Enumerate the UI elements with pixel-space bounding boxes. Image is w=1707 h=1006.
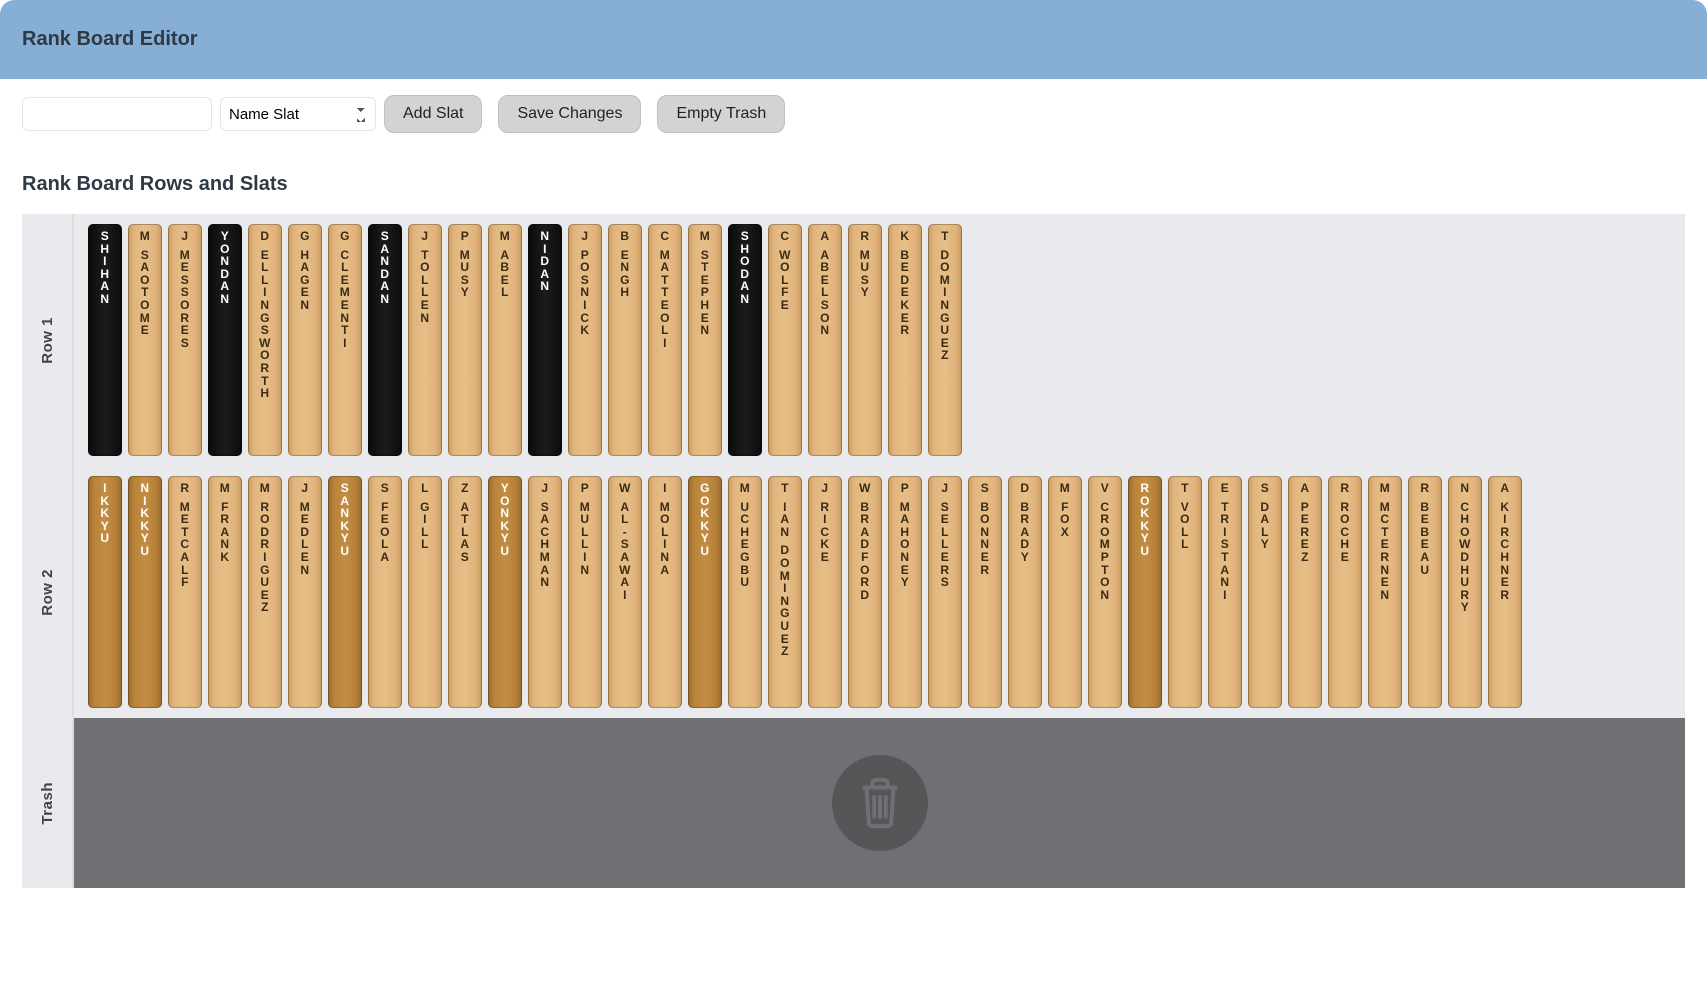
page: Rank Board Editor Name Slat Add Slat Sav…: [0, 0, 1707, 918]
rank-slat[interactable]: SANKYU: [328, 476, 362, 708]
name-slat[interactable]: VCROMPTON: [1088, 476, 1122, 708]
name-slat[interactable]: GHAGEN: [288, 224, 322, 456]
name-slat[interactable]: MMCTERNEN: [1368, 476, 1402, 708]
name-slat[interactable]: WBRADFORD: [848, 476, 882, 708]
rank-slat[interactable]: SHIHAN: [88, 224, 122, 456]
rank-slat[interactable]: ROKKYU: [1128, 476, 1162, 708]
row-2-label: Row 2: [22, 466, 74, 718]
name-slat[interactable]: CMATTEOLI: [648, 224, 682, 456]
board-section: Rank Board Rows and Slats Row 1 SHIHANMS…: [0, 149, 1707, 918]
name-slat[interactable]: JSELLERS: [928, 476, 962, 708]
slat-type-select[interactable]: Name Slat: [220, 97, 376, 131]
save-changes-button[interactable]: Save Changes: [498, 95, 641, 133]
trash-row: Trash: [22, 718, 1685, 888]
name-slat[interactable]: MSAOTOME: [128, 224, 162, 456]
name-slat[interactable]: IMOLINA: [648, 476, 682, 708]
name-slat[interactable]: JRICKE: [808, 476, 842, 708]
rank-slat[interactable]: YONKYU: [488, 476, 522, 708]
name-slat[interactable]: RMUSY: [848, 224, 882, 456]
name-slat[interactable]: LGILL: [408, 476, 442, 708]
rank-slat[interactable]: SANDAN: [368, 224, 402, 456]
row-2-slats[interactable]: IKKYUNIKKYURMETCALFMFRANKMRODRIGUEZJMEDL…: [74, 466, 1685, 718]
name-slat[interactable]: JTOLLEN: [408, 224, 442, 456]
name-slat[interactable]: MABEL: [488, 224, 522, 456]
name-slat[interactable]: GCLEMENTI: [328, 224, 362, 456]
rank-slat[interactable]: NIKKYU: [128, 476, 162, 708]
name-slat[interactable]: MFRANK: [208, 476, 242, 708]
name-slat[interactable]: JMESSORES: [168, 224, 202, 456]
trash-label: Trash: [22, 718, 74, 888]
rank-slat[interactable]: SHODAN: [728, 224, 762, 456]
board-subtitle: Rank Board Rows and Slats: [22, 173, 1685, 196]
name-slat[interactable]: RROCHE: [1328, 476, 1362, 708]
name-slat[interactable]: SDALY: [1248, 476, 1282, 708]
name-slat[interactable]: TVOLL: [1168, 476, 1202, 708]
name-slat[interactable]: SBONNER: [968, 476, 1002, 708]
header-bar: Rank Board Editor: [0, 0, 1707, 79]
name-slat[interactable]: MUCHEGBU: [728, 476, 762, 708]
name-slat[interactable]: NCHOWDHURY: [1448, 476, 1482, 708]
row-1-label: Row 1: [22, 214, 74, 466]
name-slat[interactable]: DELLINGSWORTH: [248, 224, 282, 456]
name-slat[interactable]: JMEDLEN: [288, 476, 322, 708]
name-slat[interactable]: PMAHONEY: [888, 476, 922, 708]
trash-icon: [832, 755, 928, 851]
name-slat[interactable]: RBEBEAU: [1408, 476, 1442, 708]
name-slat[interactable]: AABELSON: [808, 224, 842, 456]
rows-wrap: Row 1 SHIHANMSAOTOMEJMESSORESYONDANDELLI…: [22, 214, 1685, 888]
name-slat[interactable]: APEREZ: [1288, 476, 1322, 708]
toolbar: Name Slat Add Slat Save Changes Empty Tr…: [0, 79, 1707, 149]
name-slat[interactable]: SFEOLA: [368, 476, 402, 708]
add-slat-button[interactable]: Add Slat: [384, 95, 482, 133]
name-slat[interactable]: TIAN DOMINGUEZ: [768, 476, 802, 708]
row-1: Row 1 SHIHANMSAOTOMEJMESSORESYONDANDELLI…: [22, 214, 1685, 466]
name-slat[interactable]: PMULLIN: [568, 476, 602, 708]
name-slat[interactable]: CWOLFE: [768, 224, 802, 456]
row-1-slats[interactable]: SHIHANMSAOTOMEJMESSORESYONDANDELLINGSWOR…: [74, 214, 1685, 466]
name-slat[interactable]: RMETCALF: [168, 476, 202, 708]
page-title: Rank Board Editor: [22, 28, 1685, 51]
name-slat[interactable]: JPOSNICK: [568, 224, 602, 456]
name-slat[interactable]: KBEDEKER: [888, 224, 922, 456]
name-slat[interactable]: MRODRIGUEZ: [248, 476, 282, 708]
rank-slat[interactable]: IKKYU: [88, 476, 122, 708]
name-slat[interactable]: WAL-SAWAI: [608, 476, 642, 708]
name-slat[interactable]: AKIRCHNER: [1488, 476, 1522, 708]
name-slat[interactable]: TDOMINGUEZ: [928, 224, 962, 456]
rank-slat[interactable]: GOKKYU: [688, 476, 722, 708]
name-slat[interactable]: DBRADY: [1008, 476, 1042, 708]
rank-slat[interactable]: NIDAN: [528, 224, 562, 456]
trash-dropzone[interactable]: [74, 718, 1685, 888]
rank-slat[interactable]: YONDAN: [208, 224, 242, 456]
name-slat[interactable]: BENGH: [608, 224, 642, 456]
name-slat[interactable]: PMUSY: [448, 224, 482, 456]
name-slat[interactable]: MSTEPHEN: [688, 224, 722, 456]
row-2: Row 2 IKKYUNIKKYURMETCALFMFRANKMRODRIGUE…: [22, 466, 1685, 718]
slat-name-input[interactable]: [22, 97, 212, 131]
name-slat[interactable]: ETRISTANI: [1208, 476, 1242, 708]
name-slat[interactable]: MFOX: [1048, 476, 1082, 708]
empty-trash-button[interactable]: Empty Trash: [657, 95, 785, 133]
name-slat[interactable]: JSACHMAN: [528, 476, 562, 708]
name-slat[interactable]: ZATLAS: [448, 476, 482, 708]
